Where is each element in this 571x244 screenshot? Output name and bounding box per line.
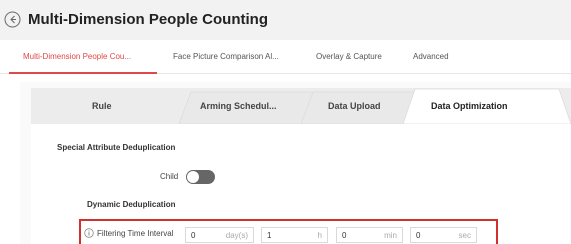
toggle-knob [187, 171, 199, 183]
special-attribute-dedup-title: Special Attribute Deduplication [57, 143, 176, 152]
child-label: Child [160, 172, 179, 181]
minutes-unit: min [384, 231, 397, 240]
hours-unit: h [317, 231, 322, 240]
subtab-multi-dimension-people-counting[interactable]: Multi-Dimension People Cou... [23, 52, 131, 61]
tab-rule[interactable]: Rule [92, 101, 112, 111]
info-icon [84, 228, 94, 238]
active-subtab-indicator [9, 72, 157, 74]
seconds-unit: sec [458, 231, 471, 240]
seconds-value: 0 [416, 231, 421, 240]
child-toggle[interactable] [186, 170, 215, 184]
subtab-overlay-capture[interactable]: Overlay & Capture [316, 52, 382, 61]
sub-tab-bar: Multi-Dimension People Cou... Face Pictu… [0, 40, 571, 74]
tab-data-upload[interactable]: Data Upload [328, 101, 381, 111]
filtering-time-interval-label: Filtering Time Interval [97, 229, 174, 238]
seconds-input[interactable]: 0 sec [410, 227, 477, 243]
hours-value: 1 [267, 231, 272, 240]
subtab-face-picture-comparison[interactable]: Face Picture Comparison Al... [173, 52, 279, 61]
days-input[interactable]: 0 day(s) [185, 227, 254, 243]
dynamic-dedup-title: Dynamic Deduplication [87, 200, 176, 209]
minutes-input[interactable]: 0 min [336, 227, 403, 243]
hours-input[interactable]: 1 h [261, 227, 328, 243]
days-unit: day(s) [225, 231, 248, 240]
back-arrow-icon[interactable] [4, 11, 21, 28]
subtab-advanced[interactable]: Advanced [413, 52, 449, 61]
tab-arming-schedule[interactable]: Arming Schedul... [200, 101, 277, 111]
page-header: Multi-Dimension People Counting [0, 0, 571, 40]
days-value: 0 [191, 231, 196, 240]
minutes-value: 0 [342, 231, 347, 240]
tab-data-optimization[interactable]: Data Optimization [431, 101, 508, 111]
page-title: Multi-Dimension People Counting [28, 11, 268, 28]
